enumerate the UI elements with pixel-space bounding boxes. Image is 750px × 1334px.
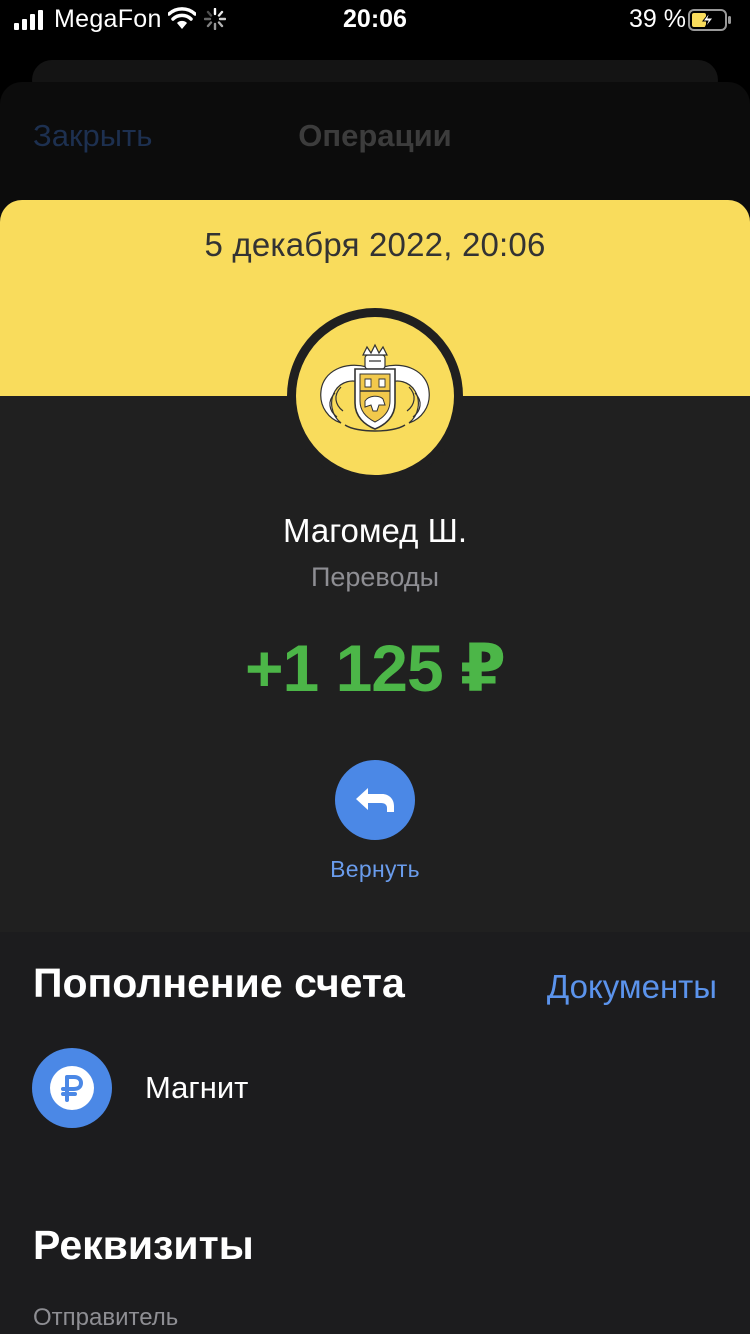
operation-date: 5 декабря 2022, 20:06 <box>204 226 546 263</box>
merchant-name: Магомед Ш. <box>282 512 468 549</box>
coat-of-arms-icon <box>320 343 430 432</box>
operations-title: Операции <box>298 118 452 153</box>
documents-link[interactable]: Документы <box>547 968 717 1006</box>
status-bar: MegaFon 20:06 39 % <box>0 0 750 40</box>
ruble-icon <box>50 1066 94 1110</box>
operation-amount: +1 125 ₽ <box>245 631 506 705</box>
return-button[interactable] <box>335 760 415 840</box>
sender-label: Отправитель <box>33 1304 179 1331</box>
section-title: Пополнение счета <box>33 960 405 1006</box>
operation-category: Переводы <box>310 562 440 592</box>
return-arrow-icon <box>356 788 394 812</box>
payee-name[interactable]: Магнит <box>145 1070 248 1106</box>
return-label[interactable]: Вернуть <box>0 856 750 883</box>
operation-sheet: 5 декабря 2022, 20:06 Магомед Ш. Перевод… <box>0 200 750 1334</box>
details-title: Реквизиты <box>33 1222 254 1268</box>
bank-logo <box>296 317 454 475</box>
payee-avatar <box>32 1048 112 1128</box>
battery-charging-icon <box>688 9 731 31</box>
screen: MegaFon 20:06 39 % Закрыть Операции 5 де… <box>0 0 750 1334</box>
battery-percent: 39 % <box>629 5 686 33</box>
